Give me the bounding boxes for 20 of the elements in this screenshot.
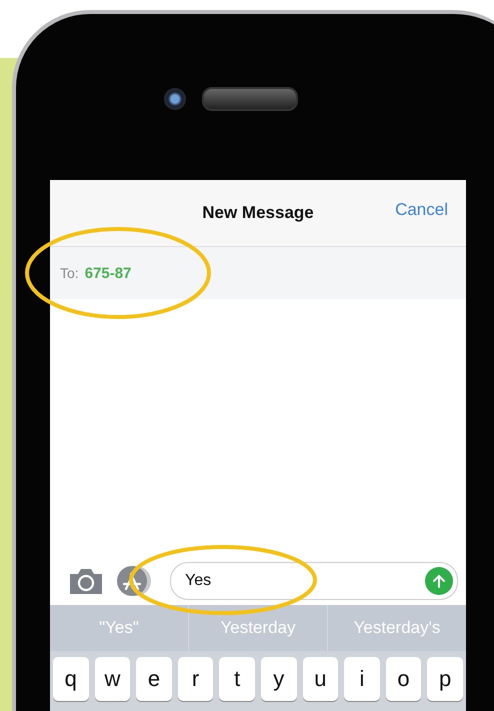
arrow-up-icon bbox=[431, 573, 447, 589]
keyboard-key[interactable]: o bbox=[386, 657, 422, 701]
keyboard-key[interactable]: u bbox=[302, 657, 338, 701]
to-label: To: bbox=[60, 265, 79, 281]
keyboard-key[interactable]: q bbox=[53, 657, 89, 701]
keyboard-key[interactable]: t bbox=[219, 657, 255, 701]
cancel-button[interactable]: Cancel bbox=[395, 200, 448, 220]
keyboard-key[interactable]: e bbox=[136, 657, 172, 701]
recipient-number: 675-87 bbox=[84, 264, 132, 282]
keyboard-key[interactable]: i bbox=[344, 657, 380, 701]
app-store-icon[interactable] bbox=[116, 565, 152, 597]
keyboard-key[interactable]: w bbox=[94, 657, 130, 701]
keyboard-key[interactable]: r bbox=[178, 657, 214, 701]
camera-lens-icon bbox=[164, 88, 186, 110]
screen-title: New Message bbox=[202, 203, 314, 223]
camera-icon[interactable] bbox=[68, 567, 104, 595]
keyboard-key[interactable]: p bbox=[427, 657, 463, 701]
send-button[interactable] bbox=[425, 567, 453, 595]
keyboard-key[interactable]: y bbox=[260, 657, 297, 701]
message-field[interactable]: Yes bbox=[170, 562, 458, 600]
